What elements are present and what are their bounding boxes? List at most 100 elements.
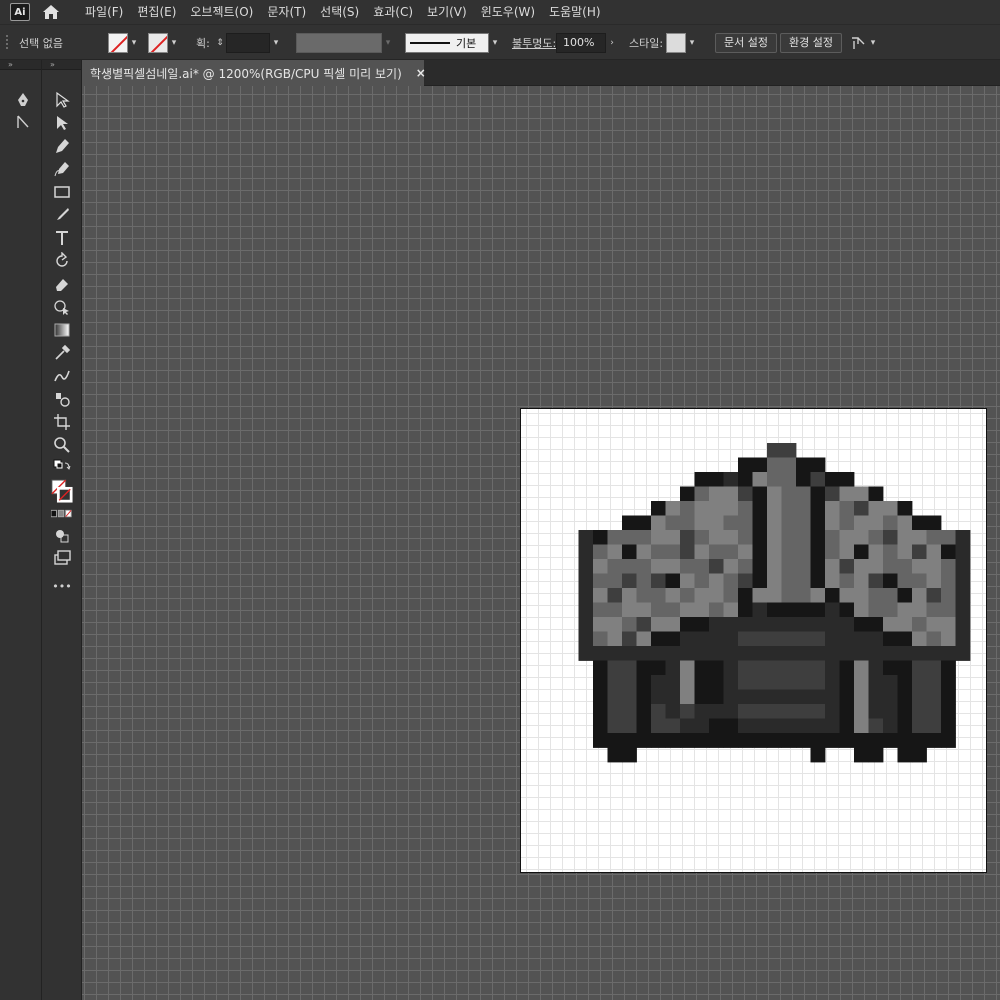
type-tool-icon[interactable] xyxy=(51,228,73,248)
zoom-tool-icon[interactable] xyxy=(51,435,73,455)
document-tab[interactable]: 학생별픽셀섬네일.ai* @ 1200%(RGB/CPU 픽셀 미리 보기) × xyxy=(82,60,426,86)
pixel-cell xyxy=(665,559,681,574)
pixel-cell xyxy=(912,733,927,748)
pixel-cell xyxy=(622,617,637,632)
pixel-cell xyxy=(781,559,797,574)
symbol-sprayer-tool-icon[interactable] xyxy=(51,389,73,409)
edit-toolbar-icon[interactable]: ••• xyxy=(51,576,73,596)
variable-width-profile[interactable] xyxy=(296,33,382,53)
brush-dropdown-icon[interactable]: ▾ xyxy=(489,33,501,53)
arrange-documents-icon[interactable] xyxy=(849,34,867,52)
menu-window[interactable]: 윈도우(W) xyxy=(474,0,542,24)
app-logo[interactable]: Ai xyxy=(10,3,30,21)
pixel-cell xyxy=(825,559,840,574)
pixel-cell xyxy=(868,544,884,560)
line-segment-tool-icon[interactable] xyxy=(12,112,34,132)
pixel-cell xyxy=(941,689,956,705)
menu-help[interactable]: 도움말(H) xyxy=(542,0,608,24)
pixel-cell xyxy=(796,559,811,574)
graphic-style-swatch[interactable] xyxy=(666,33,686,53)
color-mode-icons[interactable] xyxy=(51,508,73,520)
pixel-cell xyxy=(651,573,666,589)
preferences-button[interactable]: 환경 설정 xyxy=(780,33,842,53)
menu-edit[interactable]: 편집(E) xyxy=(130,0,183,24)
direct-selection-tool-icon[interactable] xyxy=(51,113,73,133)
eraser-tool-icon[interactable] xyxy=(51,274,73,294)
pixel-cell xyxy=(593,704,608,719)
paintbrush-tool-icon[interactable] xyxy=(51,205,73,225)
pixel-cell xyxy=(854,646,869,661)
menu-type[interactable]: 문자(T) xyxy=(260,0,313,24)
arrange-dropdown-icon[interactable]: ▾ xyxy=(867,33,879,53)
pixel-cell xyxy=(636,559,652,574)
eyedropper-tool-icon[interactable] xyxy=(51,343,73,363)
canvas-area[interactable] xyxy=(82,86,1000,1000)
fill-stroke-indicator[interactable] xyxy=(51,478,73,506)
selection-tool-icon[interactable] xyxy=(51,90,73,110)
pixel-cell xyxy=(883,718,898,734)
opacity-dropdown-icon[interactable]: › xyxy=(606,33,618,53)
pixel-cell xyxy=(854,486,869,502)
pixel-cell xyxy=(926,602,942,618)
pixel-cell xyxy=(883,602,898,618)
pixel-cell xyxy=(738,486,753,502)
gradient-tool-icon[interactable] xyxy=(51,320,73,340)
pixel-cell xyxy=(622,515,637,531)
artboard[interactable] xyxy=(520,408,987,873)
stroke-weight-dropdown-icon[interactable]: ▾ xyxy=(270,33,282,53)
menu-effect[interactable]: 효과(C) xyxy=(366,0,420,24)
pixel-cell xyxy=(767,617,782,632)
home-icon[interactable] xyxy=(40,2,62,22)
menu-object[interactable]: 오브젝트(O) xyxy=(183,0,260,24)
pixel-cell xyxy=(781,689,797,705)
style-dropdown-icon[interactable]: ▾ xyxy=(686,33,698,53)
pixel-cell xyxy=(810,544,826,560)
opacity-field[interactable]: 100% xyxy=(556,33,606,53)
rotate-tool-icon[interactable] xyxy=(51,251,73,271)
grip-handle[interactable] xyxy=(6,25,10,61)
stroke-stepper-icon[interactable]: ⇕ xyxy=(214,33,226,53)
brush-definition[interactable]: 기본 xyxy=(405,33,489,53)
pixel-cell xyxy=(665,631,681,647)
opacity-label[interactable]: 불투명도: xyxy=(512,25,556,61)
screen-mode-icon[interactable] xyxy=(51,548,73,568)
pixel-cell xyxy=(738,689,753,705)
pixel-cell xyxy=(868,675,884,690)
fill-dropdown-icon[interactable]: ▾ xyxy=(128,33,140,53)
default-colors-and-swap-icon[interactable] xyxy=(51,458,73,478)
pixel-cell xyxy=(854,704,869,719)
pixel-cell xyxy=(839,544,855,560)
rectangle-tool-icon[interactable] xyxy=(51,182,73,202)
fill-swatch[interactable] xyxy=(108,33,128,53)
stroke-dropdown-icon[interactable]: ▾ xyxy=(168,33,180,53)
left-dock: » xyxy=(0,60,42,1000)
curvature-tool-icon[interactable] xyxy=(51,159,73,179)
draw-mode-icon[interactable] xyxy=(51,526,73,546)
document-setup-button[interactable]: 문서 설정 xyxy=(715,33,777,53)
pixel-cell xyxy=(694,544,710,560)
pen-tool-icon[interactable] xyxy=(12,90,34,110)
menu-file[interactable]: 파일(F) xyxy=(78,0,130,24)
shape-builder-tool-icon[interactable] xyxy=(51,297,73,317)
dock-collapse-icon[interactable]: » xyxy=(0,60,41,70)
pixel-cell xyxy=(578,573,594,589)
pixel-cell xyxy=(781,646,797,661)
stroke-weight-field[interactable] xyxy=(226,33,270,53)
pixel-cell xyxy=(839,718,855,734)
pixel-cell xyxy=(593,559,608,574)
artboard-tool-icon[interactable] xyxy=(51,412,73,432)
pixel-cell xyxy=(825,704,840,719)
blend-tool-icon[interactable] xyxy=(51,366,73,386)
pixel-cell xyxy=(941,530,956,545)
close-tab-icon[interactable]: × xyxy=(416,66,426,80)
toolbar-collapse-icon[interactable]: » xyxy=(42,60,81,70)
stroke-swatch[interactable] xyxy=(148,33,168,53)
pen-tool-icon[interactable] xyxy=(51,136,73,156)
menu-select[interactable]: 선택(S) xyxy=(313,0,366,24)
pixel-cell xyxy=(883,675,898,690)
pixel-cell xyxy=(709,588,724,603)
variable-width-dropdown-icon[interactable]: ▾ xyxy=(382,33,394,53)
menu-view[interactable]: 보기(V) xyxy=(420,0,474,24)
pixel-cell xyxy=(636,646,652,661)
pixel-cell xyxy=(796,660,811,676)
